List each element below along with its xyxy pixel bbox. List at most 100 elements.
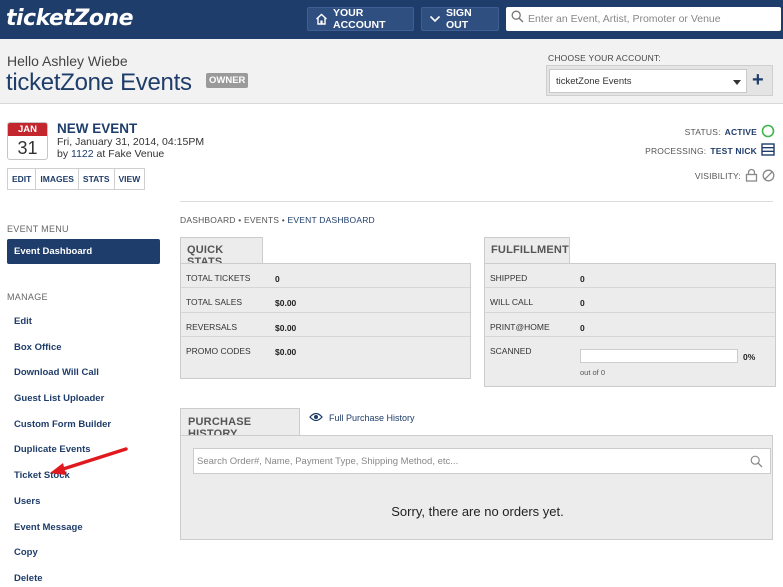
table-row: WILL CALL 0 bbox=[485, 288, 775, 313]
lock-icon[interactable] bbox=[745, 168, 758, 184]
event-name: NEW EVENT bbox=[57, 121, 138, 136]
breadcrumb-separator: • bbox=[281, 215, 285, 225]
status-circle-icon bbox=[761, 124, 775, 140]
processing-list-icon bbox=[761, 143, 775, 158]
global-search-input[interactable] bbox=[528, 13, 768, 25]
your-account-button[interactable]: YOUR ACCOUNT bbox=[307, 7, 414, 31]
greeting-text: Hello Ashley Wiebe bbox=[7, 53, 128, 69]
stat-value: $0.00 bbox=[275, 322, 297, 333]
scanned-percent: 0% bbox=[743, 352, 756, 362]
annotation-arrow-icon bbox=[48, 446, 128, 483]
full-purchase-history-label: Full Purchase History bbox=[329, 413, 415, 423]
sidebar-item-custom-form-builder[interactable]: Custom Form Builder bbox=[14, 419, 111, 445]
your-account-label: YOUR ACCOUNT bbox=[333, 7, 386, 31]
caret-down-icon bbox=[733, 80, 741, 85]
breadcrumb-events[interactable]: EVENTS bbox=[244, 215, 279, 225]
images-button[interactable]: IMAGES bbox=[36, 169, 79, 189]
sidebar-item-event-dashboard[interactable]: Event Dashboard bbox=[7, 239, 160, 264]
sidebar-item-copy[interactable]: Copy bbox=[14, 547, 111, 573]
status-row: STATUS: ACTIVE bbox=[685, 124, 775, 140]
breadcrumb-dashboard[interactable]: DASHBOARD bbox=[180, 215, 236, 225]
sidebar-item-download-will-call[interactable]: Download Will Call bbox=[14, 367, 111, 393]
edit-event-button[interactable]: EDIT bbox=[8, 169, 37, 189]
view-button[interactable]: VIEW bbox=[114, 169, 145, 189]
stat-value: 0 bbox=[275, 274, 280, 284]
status-value[interactable]: ACTIVE bbox=[725, 127, 757, 137]
stat-label: TOTAL TICKETS bbox=[186, 273, 251, 283]
table-row: REVERSALS $0.00 bbox=[181, 313, 470, 337]
hidden-icon[interactable] bbox=[762, 169, 775, 184]
table-row: PRINT@HOME 0 bbox=[485, 313, 775, 337]
stat-label: PROMO CODES bbox=[186, 345, 251, 356]
choose-account-label: CHOOSE YOUR ACCOUNT: bbox=[548, 53, 661, 63]
scanned-out-of: out of 0 bbox=[580, 368, 606, 377]
scanned-label: SCANNED bbox=[490, 345, 532, 356]
sidebar-item-guest-list-uploader[interactable]: Guest List Uploader bbox=[14, 393, 111, 419]
sidebar-item-users[interactable]: Users bbox=[14, 496, 111, 522]
top-navigation-bar: ticketZone YOUR ACCOUNT SIGN OUT bbox=[0, 0, 783, 39]
table-row: PROMO CODES $0.00 bbox=[181, 337, 470, 361]
global-search bbox=[506, 7, 781, 31]
visibility-label: VISIBILITY: bbox=[694, 171, 741, 181]
fulfillment-value: 0 bbox=[580, 274, 585, 284]
scanned-progress-bar bbox=[580, 349, 738, 363]
fulfillment-label: WILL CALL bbox=[490, 297, 534, 308]
owner-badge: OWNER bbox=[206, 73, 249, 88]
sign-out-button[interactable]: SIGN OUT bbox=[421, 7, 499, 31]
add-account-button[interactable]: + bbox=[752, 70, 764, 90]
processing-value[interactable]: TEST NICK bbox=[710, 146, 757, 156]
search-icon bbox=[511, 10, 524, 28]
sidebar-item-delete[interactable]: Delete bbox=[14, 573, 111, 587]
fulfillment-panel: SHIPPED 0 WILL CALL 0 PRINT@HOME 0 SCANN… bbox=[484, 263, 776, 387]
stats-button[interactable]: STATS bbox=[78, 169, 115, 189]
empty-orders-message: Sorry, there are no orders yet. bbox=[391, 504, 564, 519]
visibility-row: VISIBILITY: bbox=[695, 168, 775, 184]
quick-stats-panel: TOTAL TICKETS 0 TOTAL SALES $0.00 REVERS… bbox=[180, 263, 471, 379]
sign-out-label: SIGN OUT bbox=[446, 7, 472, 31]
sidebar-item-event-message[interactable]: Event Message bbox=[14, 522, 111, 548]
table-row: TOTAL TICKETS 0 bbox=[181, 264, 470, 289]
full-purchase-history-link[interactable]: Full Purchase History bbox=[309, 412, 415, 424]
order-search-input[interactable] bbox=[195, 450, 735, 472]
purchase-history-panel: Sorry, there are no orders yet. bbox=[180, 435, 773, 540]
manage-heading: MANAGE bbox=[7, 292, 48, 302]
event-byline: by 1122 at Fake Venue bbox=[57, 148, 164, 160]
order-search bbox=[193, 448, 771, 474]
fulfillment-title: FULFILLMENT bbox=[484, 237, 570, 264]
breadcrumb: DASHBOARD • EVENTS • EVENT DASHBOARD bbox=[180, 215, 375, 225]
calendar-day: 31 bbox=[17, 138, 38, 158]
account-header: Hello Ashley Wiebe ticketZone Events OWN… bbox=[0, 39, 783, 104]
quick-stats-title: QUICK STATS bbox=[180, 237, 263, 268]
stat-label: REVERSALS bbox=[186, 321, 238, 332]
table-row: TOTAL SALES $0.00 bbox=[181, 288, 470, 313]
home-icon bbox=[315, 13, 328, 25]
eye-icon bbox=[309, 412, 323, 424]
status-label: STATUS: bbox=[684, 127, 721, 137]
fulfillment-label: PRINT@HOME bbox=[490, 321, 550, 332]
venue-text: at Fake Venue bbox=[96, 148, 165, 160]
page-title: ticketZone Events bbox=[6, 69, 192, 96]
table-row: SHIPPED 0 bbox=[485, 264, 775, 289]
event-menu-heading: EVENT MENU bbox=[7, 224, 69, 234]
account-dropdown-value: ticketZone Events bbox=[556, 76, 632, 87]
stat-label: TOTAL SALES bbox=[186, 297, 243, 308]
promoter-link[interactable]: 1122 bbox=[71, 148, 94, 160]
search-icon[interactable] bbox=[750, 455, 763, 473]
processing-label: PROCESSING: bbox=[645, 145, 707, 156]
by-prefix: by bbox=[57, 148, 69, 160]
account-dropdown[interactable]: ticketZone Events bbox=[549, 69, 747, 93]
stat-value: $0.00 bbox=[275, 298, 297, 309]
sidebar-item-edit[interactable]: Edit bbox=[14, 316, 111, 342]
stat-value: $0.00 bbox=[275, 346, 297, 357]
processing-row: PROCESSING: TEST NICK bbox=[645, 143, 775, 158]
calendar-date-icon: JAN 31 bbox=[7, 122, 48, 160]
event-datetime: Fri, January 31, 2014, 04:15PM bbox=[57, 136, 205, 148]
account-selector: ticketZone Events + bbox=[546, 65, 773, 96]
ticketzone-logo[interactable]: ticketZone bbox=[6, 6, 134, 31]
sidebar-item-box-office[interactable]: Box Office bbox=[14, 342, 111, 368]
section-divider bbox=[180, 201, 773, 202]
breadcrumb-current: EVENT DASHBOARD bbox=[287, 215, 375, 225]
chevron-down-icon bbox=[429, 14, 441, 24]
calendar-month: JAN bbox=[8, 123, 47, 136]
fulfillment-label: SHIPPED bbox=[490, 273, 528, 283]
